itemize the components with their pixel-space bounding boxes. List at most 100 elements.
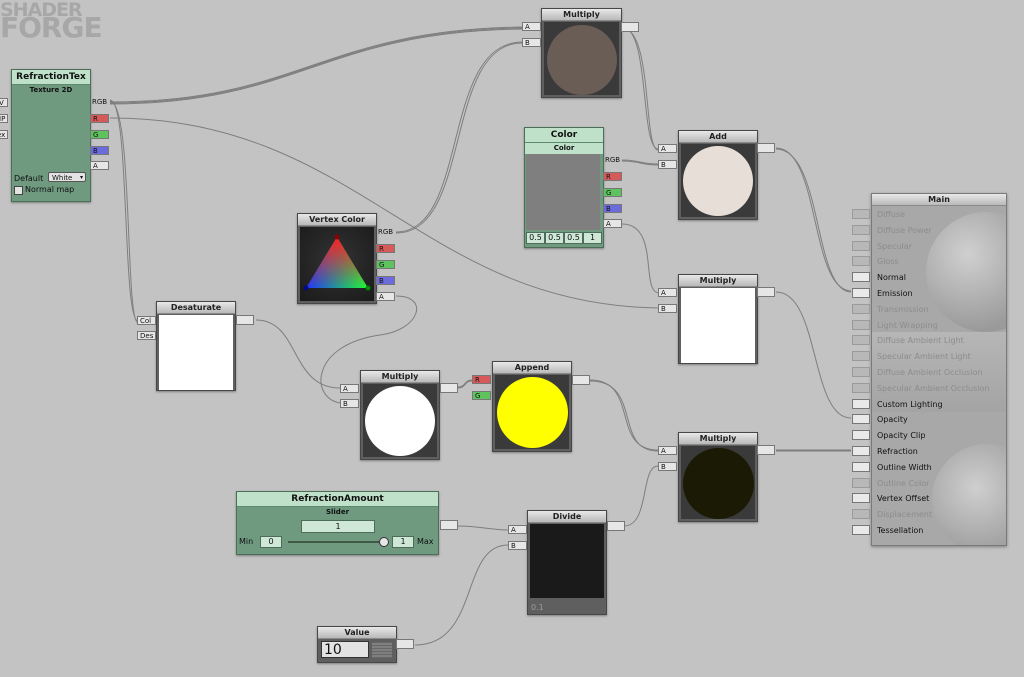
multiply-node-mid[interactable]: Multiply	[678, 274, 758, 364]
texture-input-tex[interactable]: ex	[0, 130, 8, 139]
desaturate-node[interactable]: Desaturate	[156, 301, 236, 391]
main-input-port[interactable]	[852, 351, 870, 362]
slider-track[interactable]	[288, 541, 385, 543]
vertex-output-b[interactable]: B	[376, 276, 395, 285]
value-output[interactable]	[396, 639, 414, 649]
color-output-b[interactable]: B	[603, 204, 622, 213]
multiply-center-output[interactable]	[440, 383, 458, 393]
vertex-output-rgb[interactable]: RGB	[376, 228, 396, 237]
main-input-row[interactable]: Specular Ambient Light	[872, 349, 1006, 365]
main-input-port[interactable]	[852, 319, 870, 330]
main-input-row[interactable]: Gloss	[872, 254, 1006, 270]
main-input-row[interactable]: Vertex Offset	[872, 491, 1006, 507]
main-input-row[interactable]: Diffuse Ambient Light	[872, 333, 1006, 349]
multiply-bottom-input-a[interactable]: A	[658, 446, 677, 455]
color-value-r[interactable]: 0.5	[526, 232, 545, 244]
main-input-row[interactable]: Specular Ambient Occlusion	[872, 381, 1006, 397]
multiply-mid-input-b[interactable]: B	[658, 304, 677, 313]
append-node[interactable]: Append	[492, 361, 572, 452]
vertex-output-r[interactable]: R	[376, 244, 395, 253]
multiply-mid-output[interactable]	[757, 287, 775, 297]
main-input-port[interactable]	[852, 335, 870, 346]
multiply-top-input-a[interactable]: A	[522, 22, 541, 31]
main-input-port[interactable]	[852, 509, 870, 520]
divide-output[interactable]	[607, 521, 625, 531]
main-input-port[interactable]	[852, 525, 870, 535]
multiply-node-bottom[interactable]: Multiply	[678, 432, 758, 522]
main-input-row[interactable]: Diffuse Power	[872, 223, 1006, 239]
main-input-port[interactable]	[852, 398, 870, 409]
texture-node[interactable]: RefractionTex Texture 2D Default White ▾…	[11, 69, 91, 202]
color-node[interactable]: Color Color 0.5 0.5 0.5 1	[524, 127, 604, 248]
color-output-rgb[interactable]: RGB	[603, 156, 623, 165]
texture-output-a[interactable]: A	[90, 161, 109, 170]
main-input-row[interactable]: Opacity Clip	[872, 428, 1006, 444]
main-node[interactable]: Main Diffuse Diffuse Power Specular Gloss No…	[871, 193, 1007, 546]
main-input-port[interactable]	[852, 446, 870, 456]
main-input-row[interactable]: Normal	[872, 270, 1006, 286]
texture-default-dropdown[interactable]: White ▾	[48, 172, 86, 182]
main-input-row[interactable]: Displacement	[872, 507, 1006, 523]
color-value-g[interactable]: 0.5	[545, 232, 564, 244]
multiply-bottom-output[interactable]	[757, 445, 775, 455]
multiply-mid-input-a[interactable]: A	[658, 288, 677, 297]
multiply-bottom-input-b[interactable]: B	[658, 462, 677, 471]
divide-input-a[interactable]: A	[508, 525, 527, 534]
add-input-a[interactable]: A	[658, 144, 677, 153]
main-input-port[interactable]	[852, 224, 870, 235]
main-input-port[interactable]	[852, 240, 870, 251]
desaturate-output[interactable]	[236, 315, 254, 325]
vertex-output-g[interactable]: G	[376, 260, 395, 269]
main-input-row[interactable]: Refraction	[872, 444, 1006, 460]
slider-min-field[interactable]: 0	[260, 536, 282, 548]
normal-map-checkbox[interactable]	[14, 186, 23, 195]
main-input-row[interactable]: Outline Width	[872, 460, 1006, 476]
slider-max-field[interactable]: 1	[392, 536, 414, 548]
main-input-row[interactable]: Specular	[872, 239, 1006, 255]
main-input-port[interactable]	[852, 303, 870, 314]
node-canvas[interactable]: SHADER FORGE RefractionTex Texture 2D De…	[0, 0, 1024, 677]
multiply-center-input-b[interactable]: B	[340, 399, 359, 408]
main-input-port[interactable]	[852, 382, 870, 393]
add-node[interactable]: Add	[678, 130, 758, 220]
vertex-output-a[interactable]: A	[376, 292, 395, 301]
slider-node[interactable]: RefractionAmount Slider 1 Min 0 1 Max	[236, 491, 439, 555]
slider-output[interactable]	[440, 520, 458, 530]
main-input-row[interactable]: Diffuse	[872, 207, 1006, 223]
append-output[interactable]	[572, 375, 590, 385]
value-node[interactable]: Value 10	[317, 626, 397, 663]
multiply-node-center[interactable]: Multiply	[360, 370, 440, 460]
add-input-b[interactable]: B	[658, 160, 677, 169]
slider-handle[interactable]	[379, 537, 389, 547]
color-output-g[interactable]: G	[603, 188, 622, 197]
append-input-r[interactable]: R	[472, 375, 491, 384]
desaturate-input-des[interactable]: Des	[137, 331, 156, 340]
divide-node[interactable]: Divide 0.1	[527, 510, 607, 615]
texture-output-b[interactable]: B	[90, 146, 109, 155]
main-input-row[interactable]: Transmission	[872, 302, 1006, 318]
color-value-a[interactable]: 1	[583, 232, 602, 244]
main-input-port[interactable]	[852, 430, 870, 441]
main-input-port[interactable]	[852, 493, 870, 504]
texture-output-r[interactable]: R	[90, 114, 109, 123]
append-input-g[interactable]: G	[472, 391, 491, 400]
texture-output-g[interactable]: G	[90, 130, 109, 139]
texture-input-mip[interactable]: IP	[0, 114, 8, 123]
main-input-row[interactable]: Diffuse Ambient Occlusion	[872, 365, 1006, 381]
value-drag-handle-icon[interactable]	[372, 642, 392, 658]
main-input-row[interactable]: Outline Color	[872, 476, 1006, 492]
main-input-row[interactable]: Tessellation	[872, 523, 1006, 539]
vertex-color-node[interactable]: Vertex Color	[297, 213, 377, 304]
texture-output-rgb[interactable]: RGB	[90, 98, 110, 107]
main-input-port[interactable]	[852, 461, 870, 472]
main-input-port[interactable]	[852, 477, 870, 488]
add-output[interactable]	[757, 143, 775, 153]
texture-input-uv[interactable]: V	[0, 98, 8, 107]
color-output-a[interactable]: A	[603, 219, 622, 228]
main-input-row[interactable]: Custom Lighting	[872, 397, 1006, 413]
main-input-port[interactable]	[852, 256, 870, 267]
color-output-r[interactable]: R	[603, 172, 622, 181]
main-input-row[interactable]: Light Wrapping	[872, 318, 1006, 334]
color-value-b[interactable]: 0.5	[564, 232, 583, 244]
multiply-top-input-b[interactable]: B	[522, 38, 541, 47]
